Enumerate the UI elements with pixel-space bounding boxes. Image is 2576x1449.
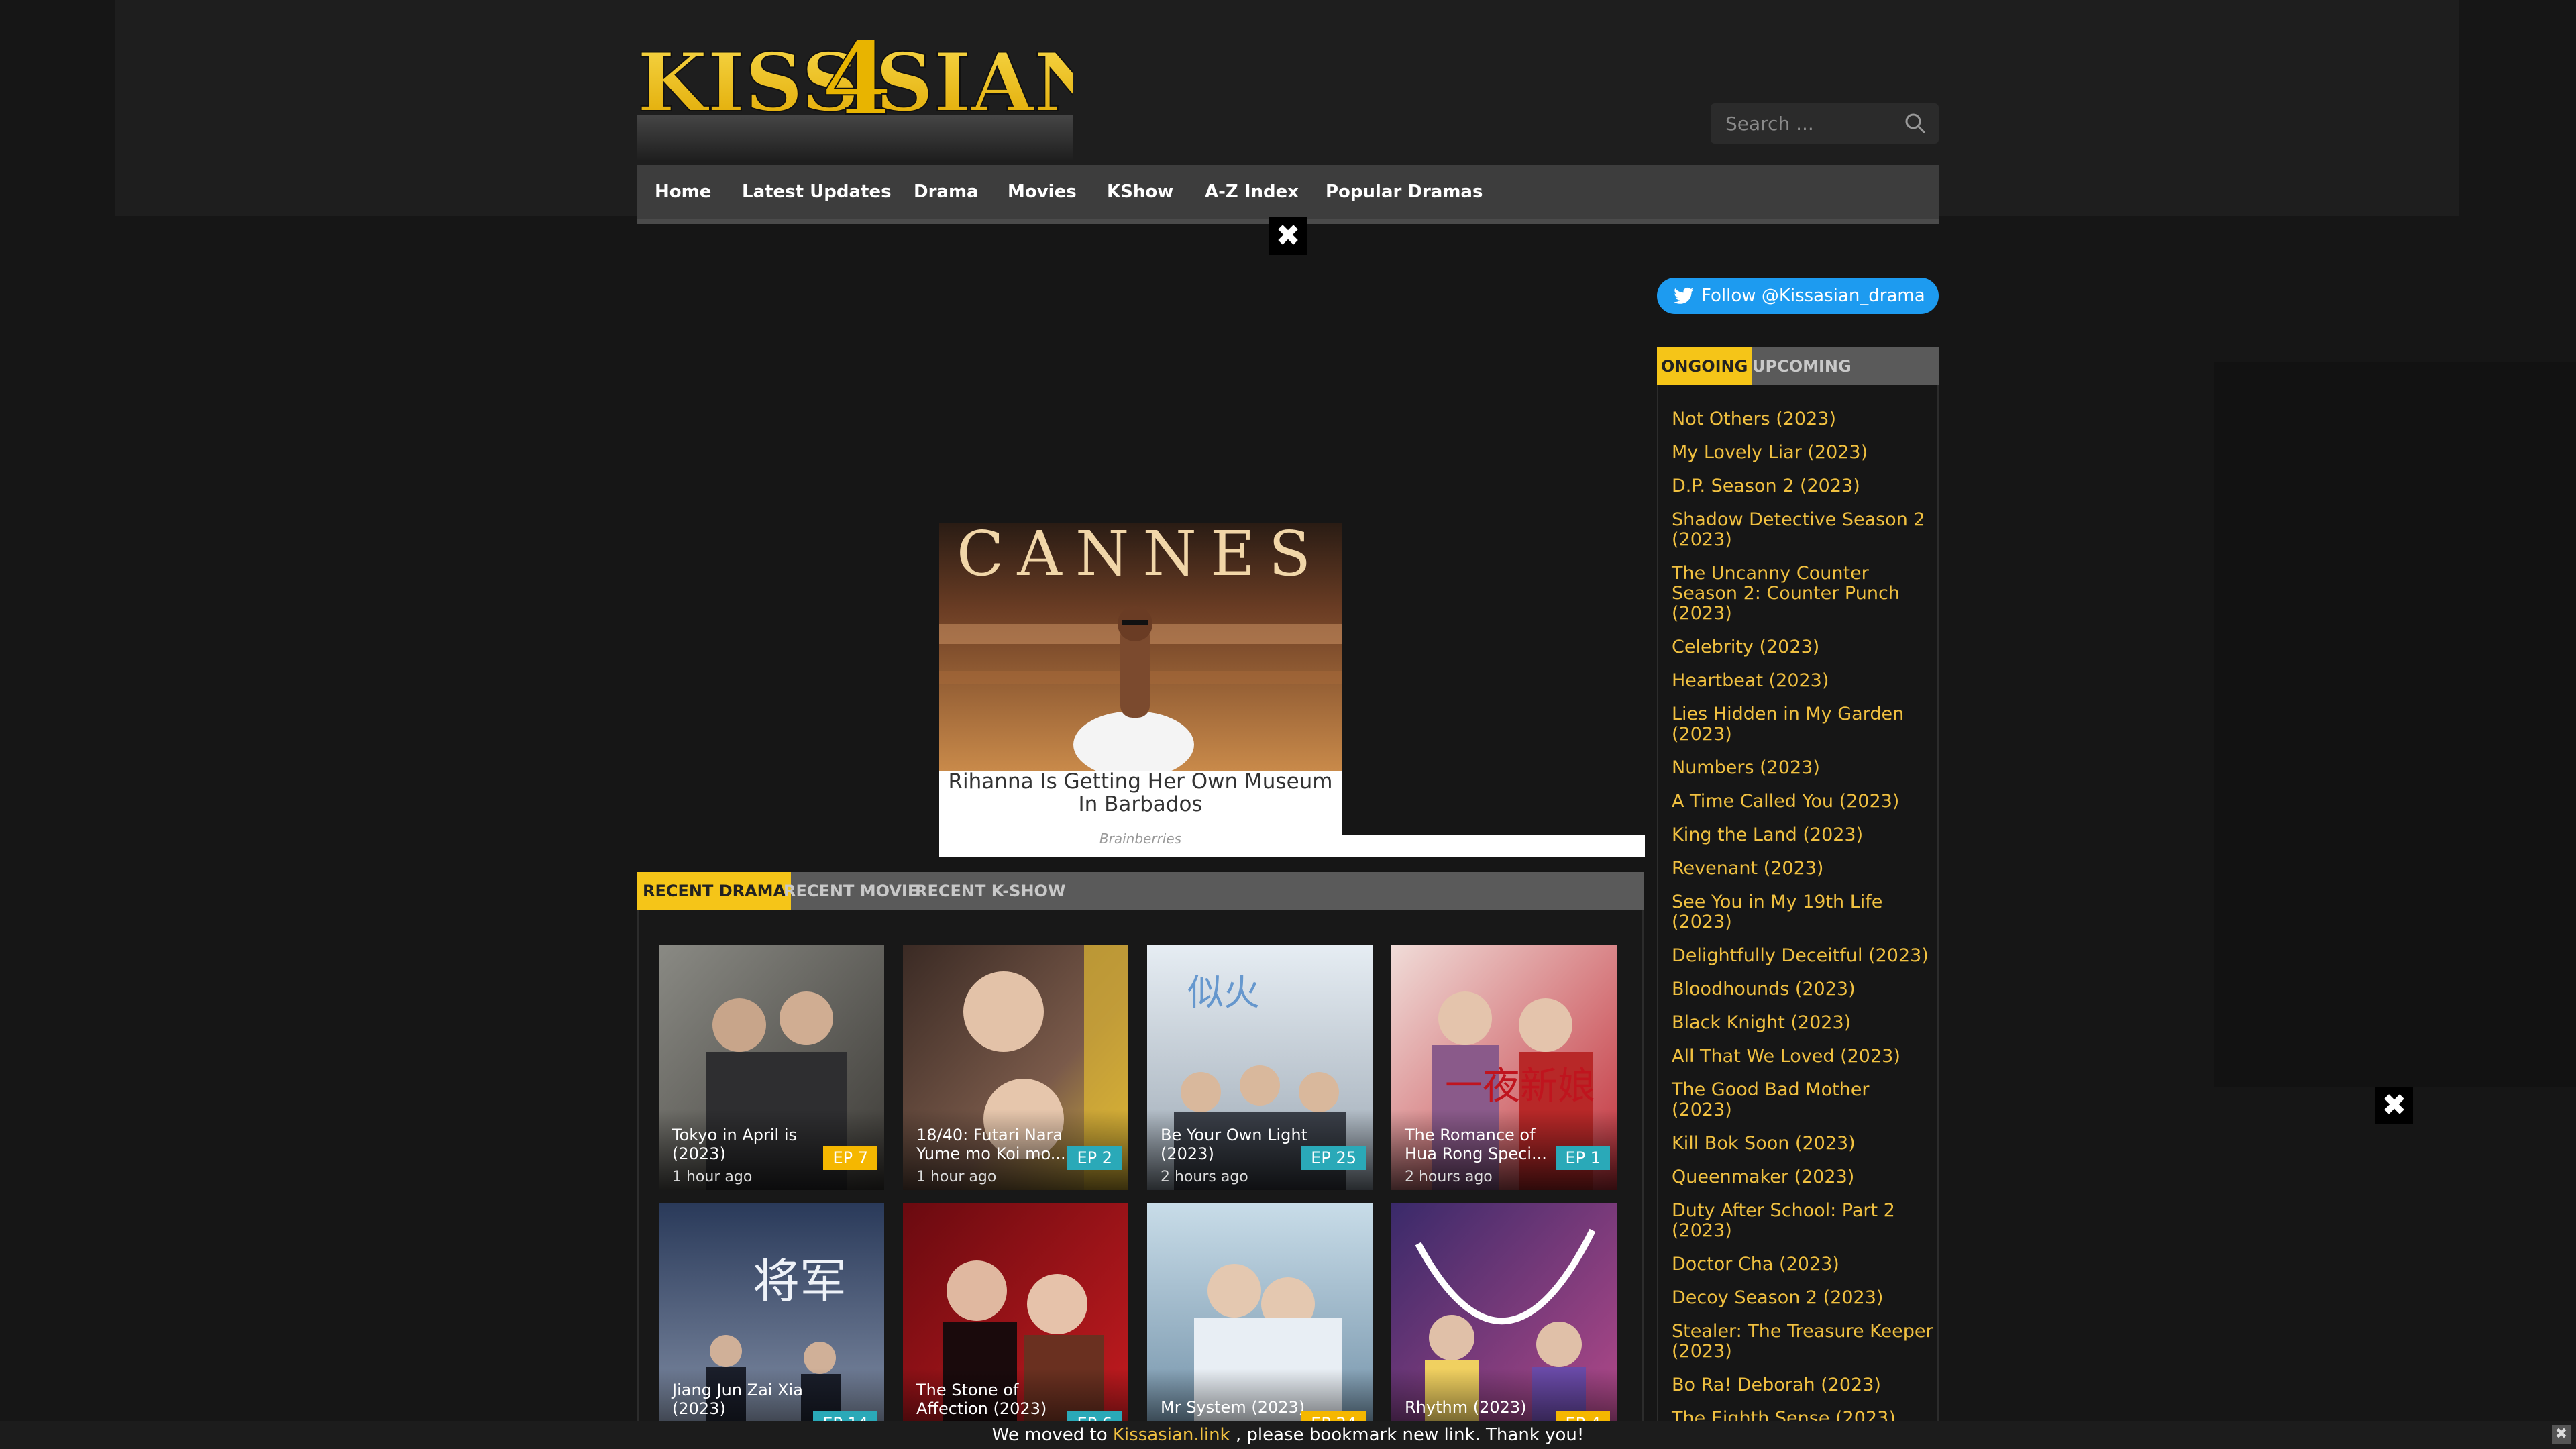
nav-az-index[interactable]: A-Z Index: [1205, 165, 1299, 219]
card-title[interactable]: The Romance of Hua Rong Speci...: [1405, 1126, 1559, 1163]
card-time: 1 hour ago: [916, 1169, 997, 1185]
site-logo[interactable]: KISS 4 SIAN: [637, 40, 1073, 161]
sidebar-drama-link[interactable]: D.P. Season 2 (2023): [1672, 476, 1933, 496]
episode-badge: EP 2: [1067, 1146, 1122, 1170]
episode-badge: EP 7: [823, 1146, 877, 1170]
sponsored-ad[interactable]: CANNES Rihanna Is Getting Her Own Museum…: [939, 523, 1342, 857]
svg-text:一夜新娘: 一夜新娘: [1445, 1065, 1595, 1108]
drama-card[interactable]: 一夜新娘 The Romance of Hua Rong Speci... 2 …: [1391, 945, 1617, 1190]
sidebar-drama-link[interactable]: Duty After School: Part 2 (2023): [1672, 1201, 1933, 1241]
search-icon[interactable]: [1904, 112, 1927, 135]
sidebar-drama-link[interactable]: Lies Hidden in My Garden (2023): [1672, 704, 1933, 745]
drama-card[interactable]: 似火 Be Your Own Light (2023) 2 hours ago …: [1147, 945, 1373, 1190]
drama-card[interactable]: 18/40: Futari Nara Yume mo Koi mo... 1 h…: [903, 945, 1128, 1190]
notice-new-domain-link[interactable]: Kissasian.link: [1113, 1425, 1230, 1445]
sidebar-drama-link[interactable]: A Time Called You (2023): [1672, 792, 1933, 812]
sidebar-drama-link[interactable]: See You in My 19th Life (2023): [1672, 892, 1933, 932]
sidebar-drama-link[interactable]: Delightfully Deceitful (2023): [1672, 946, 1933, 966]
sidebar-drama-link[interactable]: My Lovely Liar (2023): [1672, 443, 1933, 463]
card-title[interactable]: Tokyo in April is (2023): [672, 1126, 826, 1163]
card-title[interactable]: The Stone of Affection (2023): [916, 1381, 1071, 1418]
drama-card[interactable]: The Stone of Affection (2023) EP 6: [903, 1203, 1128, 1449]
episode-badge: EP 1: [1556, 1146, 1610, 1170]
ad-image[interactable]: CANNES: [939, 523, 1342, 771]
card-title[interactable]: Jiang Jun Zai Xia (2023): [672, 1381, 826, 1418]
search-input[interactable]: [1711, 103, 1892, 144]
tab-upcoming[interactable]: UPCOMING: [1752, 347, 1851, 385]
drama-card[interactable]: Rhythm (2023) EP 4: [1391, 1203, 1617, 1449]
drama-card[interactable]: Mr System (2023) EP 24: [1147, 1203, 1373, 1449]
tab-ongoing[interactable]: ONGOING: [1657, 347, 1752, 385]
nav-drama[interactable]: Drama: [914, 165, 979, 219]
sidebar-drama-link[interactable]: Bloodhounds (2023): [1672, 979, 1933, 1000]
episode-badge: EP 25: [1301, 1146, 1366, 1170]
nav-home[interactable]: Home: [655, 165, 711, 219]
sidebar-drama-link[interactable]: Kill Bok Soon (2023): [1672, 1134, 1933, 1154]
search-box: [1711, 103, 1939, 144]
card-time: 2 hours ago: [1405, 1169, 1493, 1185]
sidebar-drama-link[interactable]: Bo Ra! Deborah (2023): [1672, 1375, 1933, 1395]
sidebar-drama-link[interactable]: Stealer: The Treasure Keeper (2023): [1672, 1322, 1933, 1362]
main-nav: Home Latest Updates Drama Movies KShow A…: [637, 165, 1939, 224]
sidebar-drama-link[interactable]: Celebrity (2023): [1672, 637, 1933, 657]
drama-card[interactable]: 将军 Jiang Jun Zai Xia (2023) EP 14: [659, 1203, 884, 1449]
sidebar-drama-link[interactable]: The Good Bad Mother (2023): [1672, 1080, 1933, 1120]
twitter-bird-icon: [1674, 287, 1694, 304]
card-title[interactable]: Mr System (2023): [1161, 1398, 1315, 1417]
nav-kshow[interactable]: KShow: [1107, 165, 1173, 219]
sidebar-drama-link[interactable]: All That We Loved (2023): [1672, 1046, 1933, 1067]
ad-strip: [1342, 835, 1645, 857]
sidebar-drama-link[interactable]: Numbers (2023): [1672, 758, 1933, 778]
card-time: 2 hours ago: [1161, 1169, 1248, 1185]
ad-title[interactable]: Rihanna Is Getting Her Own Museum In Bar…: [939, 770, 1342, 816]
ad-close-button[interactable]: ✖: [1269, 217, 1307, 255]
sidebar-drama-link[interactable]: Decoy Season 2 (2023): [1672, 1288, 1933, 1308]
tab-recent-kshow[interactable]: RECENT K-SHOW: [915, 872, 1065, 910]
sidebar-drama-link[interactable]: The Uncanny Counter Season 2: Counter Pu…: [1672, 564, 1933, 624]
drama-card[interactable]: Tokyo in April is (2023) 1 hour ago EP 7: [659, 945, 884, 1190]
card-title[interactable]: Rhythm (2023): [1405, 1398, 1559, 1417]
nav-movies[interactable]: Movies: [1008, 165, 1077, 219]
tab-recent-drama[interactable]: RECENT DRAMA: [637, 872, 792, 910]
sidebar-drama-link[interactable]: Shadow Detective Season 2 (2023): [1672, 510, 1933, 550]
sidebar-tabs: ONGOING UPCOMING: [1657, 347, 1939, 385]
card-title[interactable]: Be Your Own Light (2023): [1161, 1126, 1315, 1163]
sidebar-drama-link[interactable]: Black Knight (2023): [1672, 1013, 1933, 1033]
side-ad-placeholder: [2214, 362, 2576, 1087]
ad-image-text: CANNES: [956, 523, 1324, 590]
ad-source: Brainberries: [1099, 830, 1182, 847]
card-title[interactable]: 18/40: Futari Nara Yume mo Koi mo...: [916, 1126, 1071, 1163]
twitter-follow-label: Follow @Kissasian_drama: [1701, 286, 1925, 306]
notice-suffix: , please bookmark new link. Thank you!: [1230, 1425, 1585, 1445]
sidebar-drama-link[interactable]: Queenmaker (2023): [1672, 1167, 1933, 1187]
twitter-follow-button[interactable]: Follow @Kissasian_drama: [1657, 278, 1939, 314]
sidebar-drama-link[interactable]: King the Land (2023): [1672, 825, 1933, 845]
side-ad-close-button[interactable]: ✖: [2375, 1087, 2413, 1124]
svg-text:将军: 将军: [753, 1254, 847, 1309]
nav-popular-dramas[interactable]: Popular Dramas: [1326, 165, 1483, 219]
sidebar-drama-link[interactable]: Revenant (2023): [1672, 859, 1933, 879]
sidebar-drama-link[interactable]: Heartbeat (2023): [1672, 671, 1933, 691]
recent-tabs: RECENT DRAMA RECENT MOVIE RECENT K-SHOW: [637, 872, 1644, 910]
tab-recent-movie[interactable]: RECENT MOVIE: [784, 872, 918, 910]
notice-close-icon[interactable]: ✖: [2552, 1425, 2571, 1444]
notice-bar: We moved to Kissasian.link , please book…: [0, 1421, 2576, 1449]
notice-prefix: We moved to: [991, 1425, 1113, 1445]
nav-latest-updates[interactable]: Latest Updates: [742, 165, 892, 219]
card-time: 1 hour ago: [672, 1169, 753, 1185]
sidebar-drama-link[interactable]: Doctor Cha (2023): [1672, 1254, 1933, 1275]
svg-text:似火: 似火: [1187, 971, 1260, 1014]
sidebar-drama-link[interactable]: Not Others (2023): [1672, 409, 1933, 429]
